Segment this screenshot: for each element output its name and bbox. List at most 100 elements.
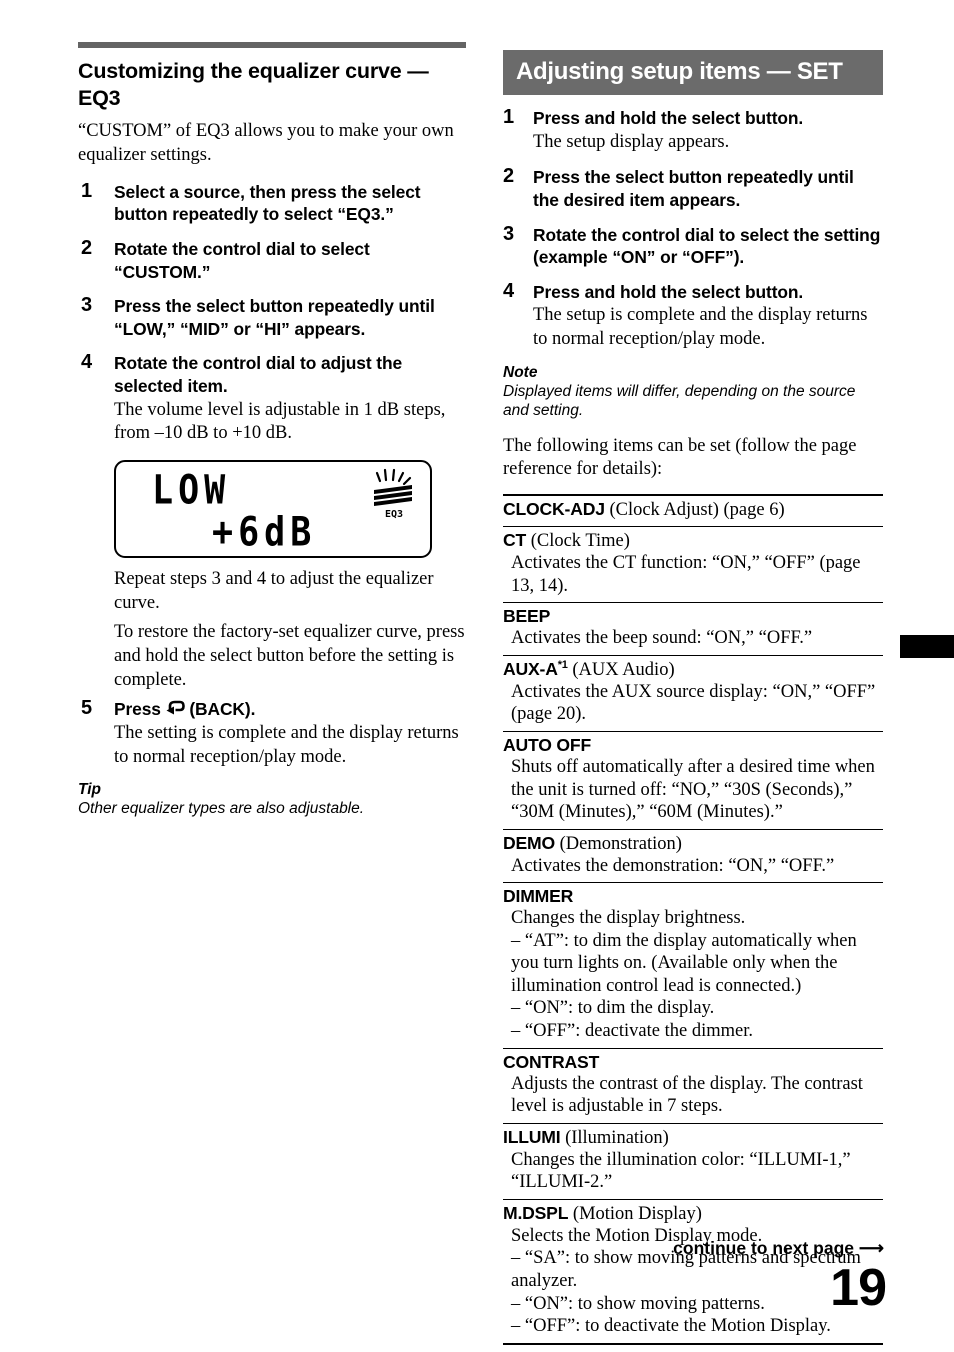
setting-name-paren: (Demonstration) bbox=[554, 833, 682, 854]
setting-name-paren: (Motion Display) bbox=[568, 1203, 702, 1224]
setting-name-paren: (Clock Time) bbox=[526, 531, 630, 552]
svg-text:EQ3: EQ3 bbox=[385, 509, 403, 520]
step-heading: Press (BACK). bbox=[114, 698, 466, 721]
step-heading: Press and hold the select button. bbox=[533, 108, 804, 128]
setting-name-text: M.DSPL bbox=[503, 1202, 569, 1223]
continue-text: continue to next page bbox=[673, 1238, 855, 1258]
step-5: 5 Press (BACK). The setting is complete … bbox=[78, 697, 466, 769]
setting-row-clock-adj: CLOCK-ADJ (Clock Adjust) (page 6) bbox=[503, 496, 883, 528]
setting-name: CT (Clock Time) bbox=[503, 530, 883, 552]
page-title: Customizing the equalizer curve — EQ3 bbox=[78, 59, 429, 111]
settings-lead-paragraph: The following items can be set (follow t… bbox=[503, 435, 857, 480]
setting-row-aux-a: AUX-A*1 (AUX Audio) Activates the AUX so… bbox=[503, 656, 883, 732]
setting-row-ct: CT (Clock Time) Activates the CT functio… bbox=[503, 527, 883, 604]
step-3: 3 Press the select button repeatedly unt… bbox=[78, 294, 466, 340]
lcd-illustration-wrap: LOW +6dB EQ3 bbox=[78, 460, 466, 559]
setting-option: – “ON”: to dim the display. bbox=[511, 998, 715, 1019]
setting-name: DEMO (Demonstration) bbox=[503, 833, 883, 855]
setting-name-paren: (Illumination) bbox=[560, 1127, 669, 1148]
step-number: 1 bbox=[81, 179, 93, 202]
setting-name-text: DEMO bbox=[503, 832, 555, 853]
setting-name: ILLUMI (Illumination) bbox=[503, 1127, 883, 1149]
setting-row-contrast: CONTRAST Adjusts the contrast of the dis… bbox=[503, 1049, 883, 1124]
setting-name: CONTRAST bbox=[503, 1052, 883, 1073]
setting-row-beep: BEEP Activates the beep sound: “ON,” “OF… bbox=[503, 603, 883, 656]
eq3-icon: EQ3 bbox=[374, 468, 412, 520]
setting-option: – “OFF”: deactivate the dimmer. bbox=[511, 1021, 753, 1042]
step-4: 4 Rotate the control dial to adjust the … bbox=[78, 351, 466, 446]
step-number: 5 bbox=[81, 697, 93, 720]
step-heading: Press and hold the select button. bbox=[533, 281, 804, 302]
step-body: The setup is complete and the display re… bbox=[533, 305, 868, 350]
lcd-line-1: LOW bbox=[152, 468, 231, 515]
setting-name-text: DIMMER bbox=[503, 886, 574, 907]
setting-name: BEEP bbox=[503, 606, 883, 627]
setting-description: Activates the AUX source display: “ON,” … bbox=[511, 681, 876, 725]
step-heading: Rotate the control dial to adjust the se… bbox=[114, 353, 403, 397]
left-column: Customizing the equalizer curve — EQ3 “C… bbox=[78, 42, 466, 819]
after-lcd-text-1: Repeat steps 3 and 4 to adjust the equal… bbox=[114, 569, 434, 613]
setup-step-2: 2 Press the select button repeatedly unt… bbox=[503, 165, 883, 211]
setting-option: – “AT”: to dim the display automatically… bbox=[511, 930, 857, 996]
setting-row-m-dspl: M.DSPL (Motion Display) Selects the Moti… bbox=[503, 1200, 883, 1345]
step-1: 1 Select a source, then press the select… bbox=[78, 179, 466, 226]
note-text: Displayed items will differ, depending o… bbox=[503, 382, 856, 420]
back-arrow-icon bbox=[166, 701, 185, 715]
manual-page: Customizing the equalizer curve — EQ3 “C… bbox=[0, 0, 954, 1352]
step-heading: Press the select button repeatedly until… bbox=[533, 167, 854, 210]
step-heading: Rotate the control dial to select the se… bbox=[533, 224, 881, 268]
setting-description: Adjusts the contrast of the display. The… bbox=[511, 1073, 863, 1117]
step-2: 2 Rotate the control dial to select “CUS… bbox=[78, 236, 466, 283]
tip-label: Tip bbox=[78, 781, 101, 799]
setting-row-demo: DEMO (Demonstration) Activates the demon… bbox=[503, 830, 883, 884]
intro-paragraph: “CUSTOM” of EQ3 allows you to make your … bbox=[78, 120, 454, 165]
step-body: The setting is complete and the display … bbox=[114, 723, 459, 767]
setup-step-3: 3 Rotate the control dial to select the … bbox=[503, 222, 883, 269]
settings-table: CLOCK-ADJ (Clock Adjust) (page 6) CT (Cl… bbox=[503, 494, 883, 1345]
after-lcd-text-2: To restore the factory-set equalizer cur… bbox=[114, 622, 465, 690]
section-banner: Adjusting setup items — SET bbox=[503, 50, 883, 95]
lcd-display-illustration: LOW +6dB EQ3 bbox=[114, 460, 432, 559]
setting-description: Shuts off automatically after a desired … bbox=[511, 756, 875, 823]
setting-name-paren: (AUX Audio) bbox=[567, 659, 675, 680]
lcd-line-2: +6dB bbox=[212, 510, 317, 557]
setting-option: – “ON”: to show moving patterns. bbox=[511, 1293, 765, 1314]
setting-name: CLOCK-ADJ (Clock Adjust) (page 6) bbox=[503, 499, 883, 521]
setting-row-auto-off: AUTO OFF Shuts off automatically after a… bbox=[503, 732, 883, 830]
setting-row-illumi: ILLUMI (Illumination) Changes the illumi… bbox=[503, 1124, 883, 1200]
setting-name-text: ILLUMI bbox=[503, 1126, 561, 1147]
setup-step-1: 1 Press and hold the select button. The … bbox=[503, 106, 883, 154]
step5-head-before: Press bbox=[114, 699, 166, 720]
step-number: 4 bbox=[503, 279, 515, 302]
setting-name: AUX-A*1 (AUX Audio) bbox=[503, 659, 883, 681]
page-edge-tab-marker bbox=[900, 635, 954, 658]
step-body: The setup display appears. bbox=[533, 131, 730, 152]
setting-description: Activates the CT function: “ON,” “OFF” (… bbox=[511, 553, 861, 596]
setting-option: – “OFF”: to deactivate the Motion Displa… bbox=[511, 1316, 831, 1337]
tip-text: Other equalizer types are also adjustabl… bbox=[78, 800, 365, 818]
right-column: Adjusting setup items — SET 1 Press and … bbox=[503, 50, 883, 1345]
step-number: 2 bbox=[81, 236, 93, 259]
setting-name: M.DSPL (Motion Display) bbox=[503, 1203, 883, 1225]
setting-name-text: CT bbox=[503, 530, 527, 551]
step-number: 3 bbox=[503, 222, 515, 245]
step-number: 2 bbox=[503, 165, 515, 188]
step-heading: Rotate the control dial to select “CUSTO… bbox=[114, 238, 370, 282]
setting-name: AUTO OFF bbox=[503, 735, 883, 756]
section-top-rule bbox=[78, 42, 466, 48]
step-heading: Press the select button repeatedly until… bbox=[114, 296, 435, 339]
setting-name-text: CONTRAST bbox=[503, 1051, 600, 1072]
setting-description: Activates the demonstration: “ON,” “OFF.… bbox=[511, 855, 835, 876]
setting-description: Changes the illumination color: “ILLUMI-… bbox=[511, 1149, 851, 1193]
setting-name: DIMMER bbox=[503, 886, 883, 907]
step5-head-after: (BACK). bbox=[184, 699, 256, 720]
step-body: The volume level is adjustable in 1 dB s… bbox=[114, 399, 446, 444]
setting-description: Activates the beep sound: “ON,” “OFF.” bbox=[511, 628, 813, 649]
page-number: 19 bbox=[830, 1259, 887, 1317]
step-heading: Select a source, then press the select b… bbox=[114, 181, 421, 225]
setup-step-4: 4 Press and hold the select button. The … bbox=[503, 279, 883, 352]
setting-description: Changes the display brightness. bbox=[511, 908, 746, 929]
step-number: 1 bbox=[503, 106, 515, 128]
right-arrow-icon: ⟶ bbox=[858, 1238, 884, 1258]
step-number: 3 bbox=[81, 294, 93, 317]
